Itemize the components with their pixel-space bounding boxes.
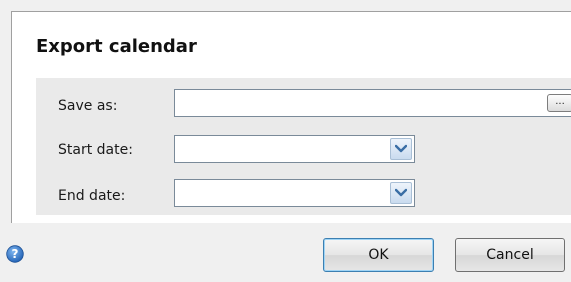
ok-button[interactable]: OK bbox=[323, 238, 434, 272]
dialog-content-panel: Export calendar Save as: ... Start date:… bbox=[11, 11, 571, 223]
end-date-field[interactable] bbox=[174, 179, 415, 207]
dialog-title: Export calendar bbox=[36, 36, 197, 57]
chevron-down-icon bbox=[395, 188, 407, 197]
chevron-down-icon bbox=[395, 144, 407, 153]
start-date-field[interactable] bbox=[174, 135, 415, 163]
save-as-field[interactable]: ... bbox=[174, 89, 571, 117]
start-date-dropdown-button[interactable] bbox=[390, 138, 412, 160]
start-date-label: Start date: bbox=[58, 142, 133, 158]
svg-text:?: ? bbox=[12, 247, 19, 261]
end-date-dropdown-button[interactable] bbox=[390, 182, 412, 204]
help-icon[interactable]: ? bbox=[6, 245, 24, 263]
export-form: Save as: ... Start date: End date: bbox=[36, 78, 571, 215]
question-circle-icon: ? bbox=[6, 245, 24, 263]
end-date-label: End date: bbox=[58, 188, 126, 204]
cancel-button[interactable]: Cancel bbox=[455, 238, 565, 272]
save-as-label: Save as: bbox=[58, 98, 118, 114]
export-calendar-dialog: Export calendar Save as: ... Start date:… bbox=[0, 0, 571, 282]
browse-button[interactable]: ... bbox=[547, 94, 571, 112]
